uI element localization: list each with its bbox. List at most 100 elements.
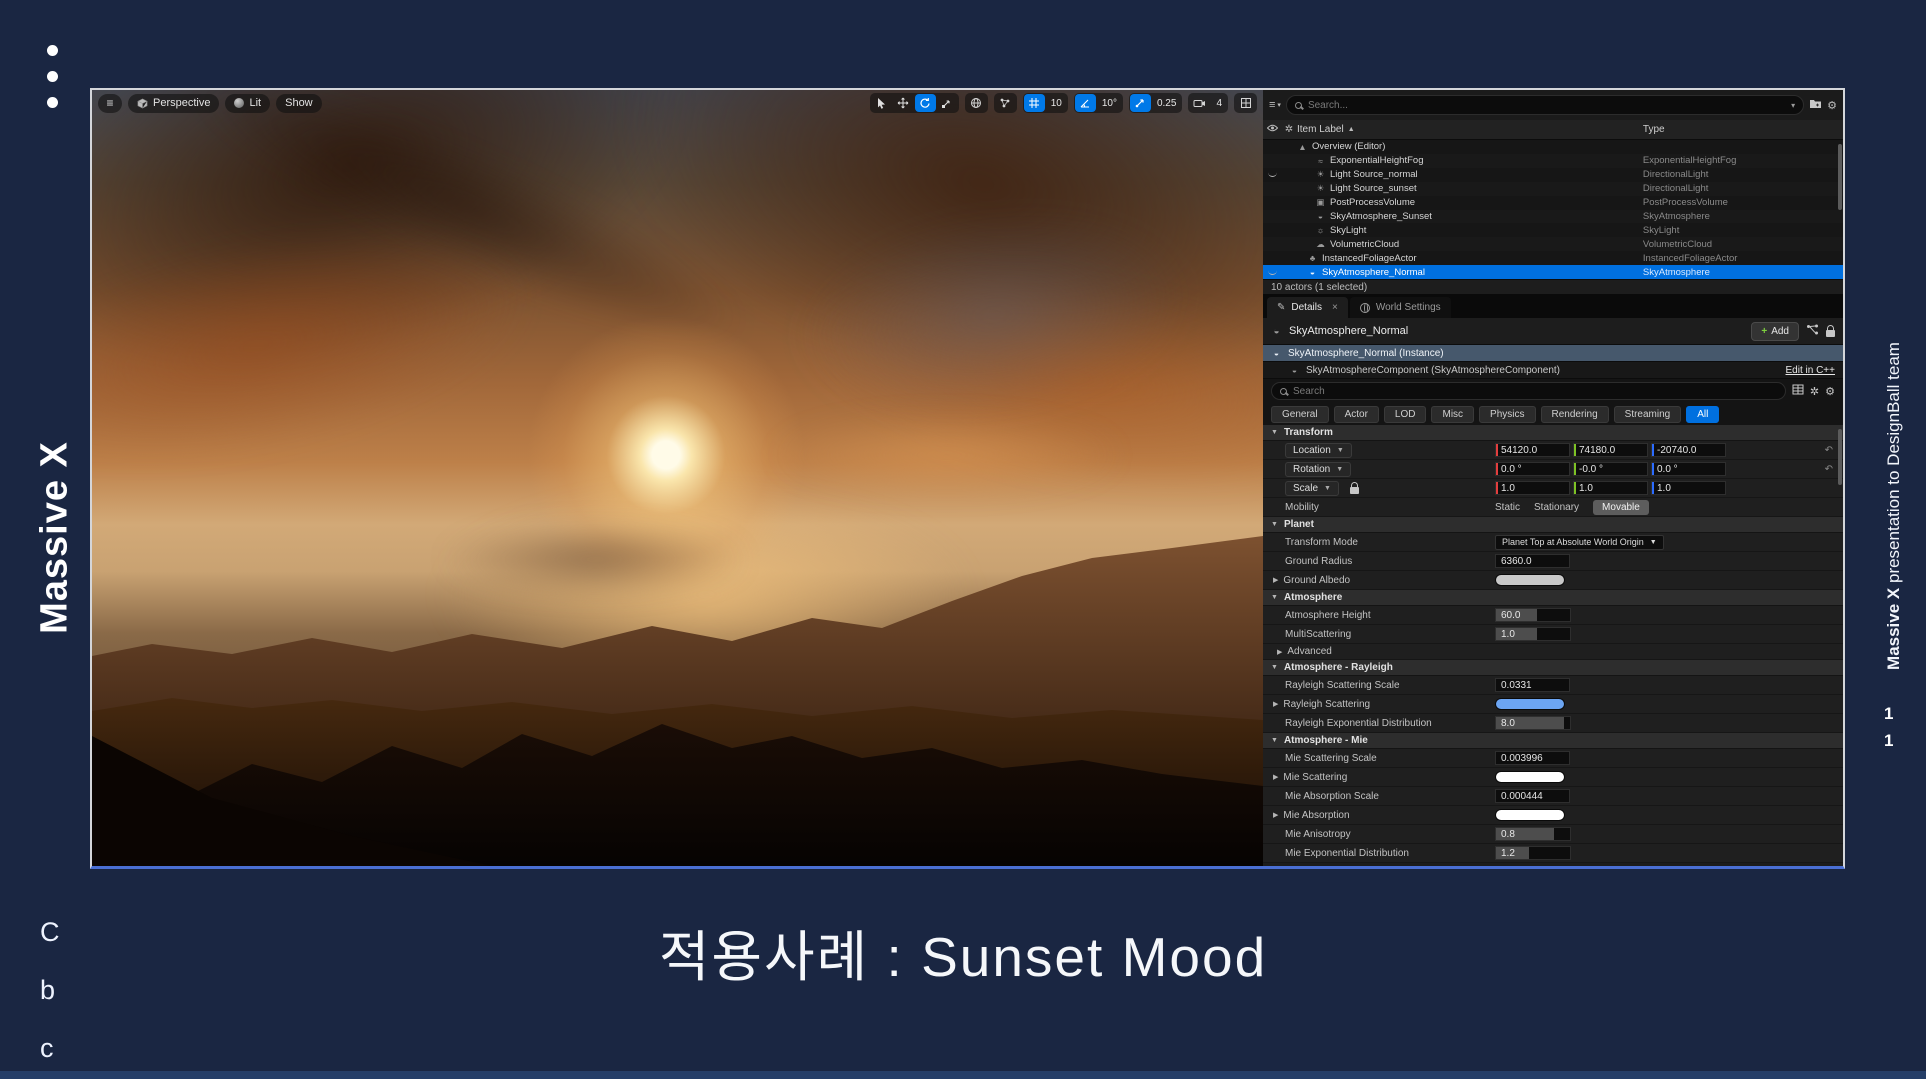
ground-albedo-swatch[interactable]	[1495, 574, 1565, 586]
location-x-field[interactable]: 54120.0	[1495, 443, 1570, 457]
move-tool-icon[interactable]	[893, 94, 914, 112]
scale-y-field[interactable]: 1.0	[1573, 481, 1648, 495]
pill-streaming[interactable]: Streaming	[1614, 406, 1682, 423]
grid-snap-value[interactable]: 10	[1046, 98, 1067, 109]
multiscattering-slider[interactable]: 1.0	[1495, 627, 1571, 641]
section-atmosphere[interactable]: ▼Atmosphere	[1263, 590, 1843, 606]
tab-details[interactable]: ✎ Details ×	[1267, 297, 1348, 318]
pill-misc[interactable]: Misc	[1431, 406, 1474, 423]
outliner-row-overview[interactable]: ▲Overview (Editor)	[1263, 140, 1843, 154]
favorite-column-star-icon[interactable]: ✲	[1281, 124, 1297, 135]
camera-speed-icon[interactable]	[1189, 94, 1210, 112]
mobility-static[interactable]: Static	[1495, 502, 1520, 513]
browse-hierarchy-icon[interactable]	[1806, 324, 1819, 338]
scale-snap-value[interactable]: 0.25	[1152, 98, 1181, 109]
ground-radius-field[interactable]: 6360.0	[1495, 554, 1570, 568]
angle-snap-value[interactable]: 10°	[1097, 98, 1122, 109]
outliner-row-skylight[interactable]: ☼SkyLight SkyLight	[1263, 223, 1843, 237]
scale-snap-icon[interactable]	[1130, 94, 1151, 112]
outliner-row-light-source-normal[interactable]: ☀Light Source_normal DirectionalLight	[1263, 168, 1843, 182]
mobility-stationary[interactable]: Stationary	[1534, 502, 1579, 513]
pill-all[interactable]: All	[1686, 406, 1719, 423]
rayleigh-scattering-scale-field[interactable]: 0.0331	[1495, 678, 1570, 692]
new-folder-icon[interactable]	[1809, 98, 1822, 112]
maximize-viewport-icon[interactable]	[1235, 94, 1256, 112]
add-component-button[interactable]: + Add	[1751, 322, 1799, 341]
rotation-y-field[interactable]: -0.0 °	[1573, 462, 1648, 476]
mie-scattering-scale-field[interactable]: 0.003996	[1495, 751, 1570, 765]
close-icon[interactable]: ×	[1332, 302, 1338, 313]
instance-row[interactable]: ◒ SkyAtmosphere_Normal (Instance)	[1263, 345, 1843, 362]
expand-arrow-icon[interactable]: ▶	[1273, 773, 1278, 781]
viewport-3d[interactable]: ≡ Perspective Lit Show	[92, 90, 1263, 866]
mie-anisotropy-slider[interactable]: 0.8	[1495, 827, 1571, 841]
outliner-settings-gear-icon[interactable]: ⚙	[1827, 99, 1837, 112]
scale-z-field[interactable]: 1.0	[1651, 481, 1726, 495]
mie-absorption-scale-field[interactable]: 0.000444	[1495, 789, 1570, 803]
outliner-row-light-source-sunset[interactable]: ☀Light Source_sunset DirectionalLight	[1263, 182, 1843, 196]
rotation-dropdown[interactable]: Rotation▼	[1285, 462, 1351, 477]
details-scrollbar[interactable]	[1838, 429, 1842, 485]
details-settings-gear-icon[interactable]: ⚙	[1825, 385, 1835, 398]
reset-icon[interactable]: ↶	[1825, 445, 1837, 456]
mie-scattering-swatch[interactable]	[1495, 771, 1565, 783]
mie-absorption-swatch[interactable]	[1495, 809, 1565, 821]
pill-rendering[interactable]: Rendering	[1541, 406, 1609, 423]
rotation-z-field[interactable]: 0.0 °	[1651, 462, 1726, 476]
location-dropdown[interactable]: Location▼	[1285, 443, 1352, 458]
transform-mode-dropdown[interactable]: Planet Top at Absolute World Origin▼	[1495, 535, 1664, 550]
outliner-row-postprocessvolume[interactable]: ▣PostProcessVolume PostProcessVolume	[1263, 196, 1843, 210]
component-row[interactable]: ◒ SkyAtmosphereComponent (SkyAtmosphereC…	[1263, 362, 1843, 379]
type-column[interactable]: Type	[1643, 124, 1665, 135]
rayleigh-scattering-swatch[interactable]	[1495, 698, 1565, 710]
section-atmosphere-mie[interactable]: ▼Atmosphere - Mie	[1263, 733, 1843, 749]
outliner-row-exponentialheightfog[interactable]: ≈ExponentialHeightFog ExponentialHeightF…	[1263, 154, 1843, 168]
section-transform[interactable]: ▼Transform	[1263, 425, 1843, 441]
location-z-field[interactable]: -20740.0	[1651, 443, 1726, 457]
expand-arrow-icon[interactable]: ▶	[1273, 576, 1278, 584]
details-search-input[interactable]: Search	[1271, 382, 1786, 400]
section-atmosphere-rayleigh[interactable]: ▼Atmosphere - Rayleigh	[1263, 660, 1843, 676]
select-tool-icon[interactable]	[871, 94, 892, 112]
perspective-button[interactable]: Perspective	[128, 94, 219, 113]
favorites-star-icon[interactable]: ✲	[1810, 385, 1819, 398]
tab-world-settings[interactable]: World Settings	[1350, 297, 1451, 318]
show-button[interactable]: Show	[276, 94, 322, 113]
visibility-column-eye-icon[interactable]	[1263, 124, 1281, 135]
section-planet[interactable]: ▼Planet	[1263, 517, 1843, 533]
lit-button[interactable]: Lit	[225, 94, 270, 113]
atmosphere-height-slider[interactable]: 60.0	[1495, 608, 1571, 622]
row-advanced[interactable]: ▶Advanced	[1263, 644, 1843, 660]
pill-general[interactable]: General	[1271, 406, 1329, 423]
sort-ascending-icon[interactable]: ▲	[1348, 126, 1355, 133]
reset-icon[interactable]: ↶	[1825, 464, 1837, 475]
expand-arrow-icon[interactable]: ▶	[1273, 700, 1278, 708]
outliner-row-volumetriccloud[interactable]: ☁VolumetricCloud VolumetricCloud	[1263, 237, 1843, 251]
display-mode-icon[interactable]	[1792, 384, 1804, 398]
outliner-search-input[interactable]: Search... ▾	[1286, 95, 1804, 115]
outliner-row-instancedfoliageactor[interactable]: ♣InstancedFoliageActor InstancedFoliageA…	[1263, 251, 1843, 265]
outliner-row-skyatmosphere-normal-selected[interactable]: ◒SkyAtmosphere_Normal SkyAtmosphere	[1263, 265, 1843, 279]
rayleigh-exp-distribution-slider[interactable]: 8.0	[1495, 716, 1571, 730]
mobility-movable-selected[interactable]: Movable	[1593, 500, 1649, 515]
scale-tool-icon[interactable]	[937, 94, 958, 112]
pill-lod[interactable]: LOD	[1384, 406, 1427, 423]
outliner-scrollbar[interactable]	[1838, 144, 1842, 210]
edit-in-cpp-link[interactable]: Edit in C++	[1786, 365, 1835, 376]
viewport-menu-button[interactable]: ≡	[98, 94, 122, 113]
pill-physics[interactable]: Physics	[1479, 406, 1535, 423]
expand-arrow-icon[interactable]: ▶	[1273, 811, 1278, 819]
pill-actor[interactable]: Actor	[1334, 406, 1379, 423]
mie-exp-distribution-slider[interactable]: 1.2	[1495, 846, 1571, 860]
location-y-field[interactable]: 74180.0	[1573, 443, 1648, 457]
scale-dropdown[interactable]: Scale▼	[1285, 481, 1339, 496]
outliner-filter-button[interactable]: ≡▾	[1269, 99, 1281, 111]
grid-snap-icon[interactable]	[1024, 94, 1045, 112]
snap-settings-icon[interactable]	[995, 94, 1016, 112]
scale-x-field[interactable]: 1.0	[1495, 481, 1570, 495]
camera-speed-value[interactable]: 4	[1211, 98, 1227, 109]
world-space-icon[interactable]	[966, 94, 987, 112]
rotation-x-field[interactable]: 0.0 °	[1495, 462, 1570, 476]
rotate-tool-icon[interactable]	[915, 94, 936, 112]
item-label-column[interactable]: Item Label	[1297, 124, 1344, 135]
